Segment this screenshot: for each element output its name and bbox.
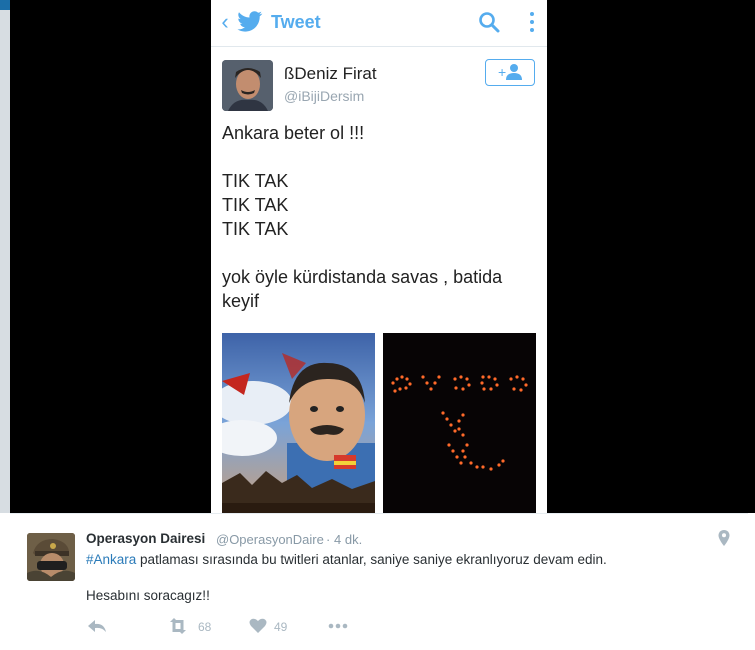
tweet-text-line: #Ankara patlaması sırasında bu twitleri … xyxy=(86,552,607,567)
tweet-line: TIK TAK xyxy=(222,195,289,215)
tweet-line: keyif xyxy=(222,291,260,311)
reply-icon[interactable] xyxy=(86,616,108,636)
tweet-author-name[interactable]: Operasyon Dairesi xyxy=(86,531,205,546)
tweet-line: Ankara beter ol !!! xyxy=(222,123,365,143)
location-pin-icon[interactable] xyxy=(717,529,731,547)
like-heart-icon[interactable] xyxy=(248,616,268,636)
separator-dot: · xyxy=(326,532,331,547)
tweet-card: Operasyon Dairesi @OperasyonDaire · 4 dk… xyxy=(10,513,748,650)
twitter-bird-icon xyxy=(237,11,263,32)
author-avatar[interactable] xyxy=(222,60,273,111)
tweet-author-handle[interactable]: @OperasyonDaire xyxy=(216,532,324,547)
tweet-image-candles[interactable] xyxy=(383,333,536,513)
tweet-image-portrait[interactable] xyxy=(222,333,375,513)
author-handle[interactable]: @iBijiDersim xyxy=(284,88,364,104)
tweet-author-avatar[interactable] xyxy=(27,533,75,581)
back-chevron-icon[interactable]: ‹ xyxy=(216,10,234,34)
like-count: 49 xyxy=(274,620,288,634)
hashtag-link[interactable]: #Ankara xyxy=(86,552,136,567)
search-icon[interactable] xyxy=(477,10,501,34)
tweet-text-content: patlaması sırasında bu twitleri atanlar,… xyxy=(136,552,607,567)
more-vertical-icon[interactable] xyxy=(523,10,541,34)
add-user-icon: + xyxy=(498,64,522,80)
tweet-line xyxy=(222,241,537,265)
retweet-count: 68 xyxy=(198,620,212,634)
tweet-line: yok öyle kürdistanda savas , batida xyxy=(222,267,503,287)
tweet-line xyxy=(222,145,537,169)
header-title: Tweet xyxy=(271,12,321,32)
tweet-timestamp[interactable]: 4 dk. xyxy=(334,532,362,547)
follow-button[interactable]: + xyxy=(485,59,535,86)
retweet-icon[interactable] xyxy=(166,616,190,636)
left-edge xyxy=(0,10,10,513)
tweet-line: TIK TAK xyxy=(222,219,289,239)
tweet-text-line: Hesabını soracagız!! xyxy=(86,588,210,603)
tweet-header: ‹ Tweet xyxy=(211,0,547,47)
more-options-icon[interactable] xyxy=(326,616,350,636)
tweet-line: TIK TAK xyxy=(222,171,289,191)
tweet-body: Ankara beter ol !!! TIK TAK TIK TAK TIK … xyxy=(222,121,537,313)
embedded-screenshot: ‹ Tweet ßDeniz Firat @iBijiDersim + Anka… xyxy=(211,0,547,513)
svg-text:+: + xyxy=(498,64,506,80)
author-name[interactable]: ßDeniz Firat xyxy=(284,64,377,84)
